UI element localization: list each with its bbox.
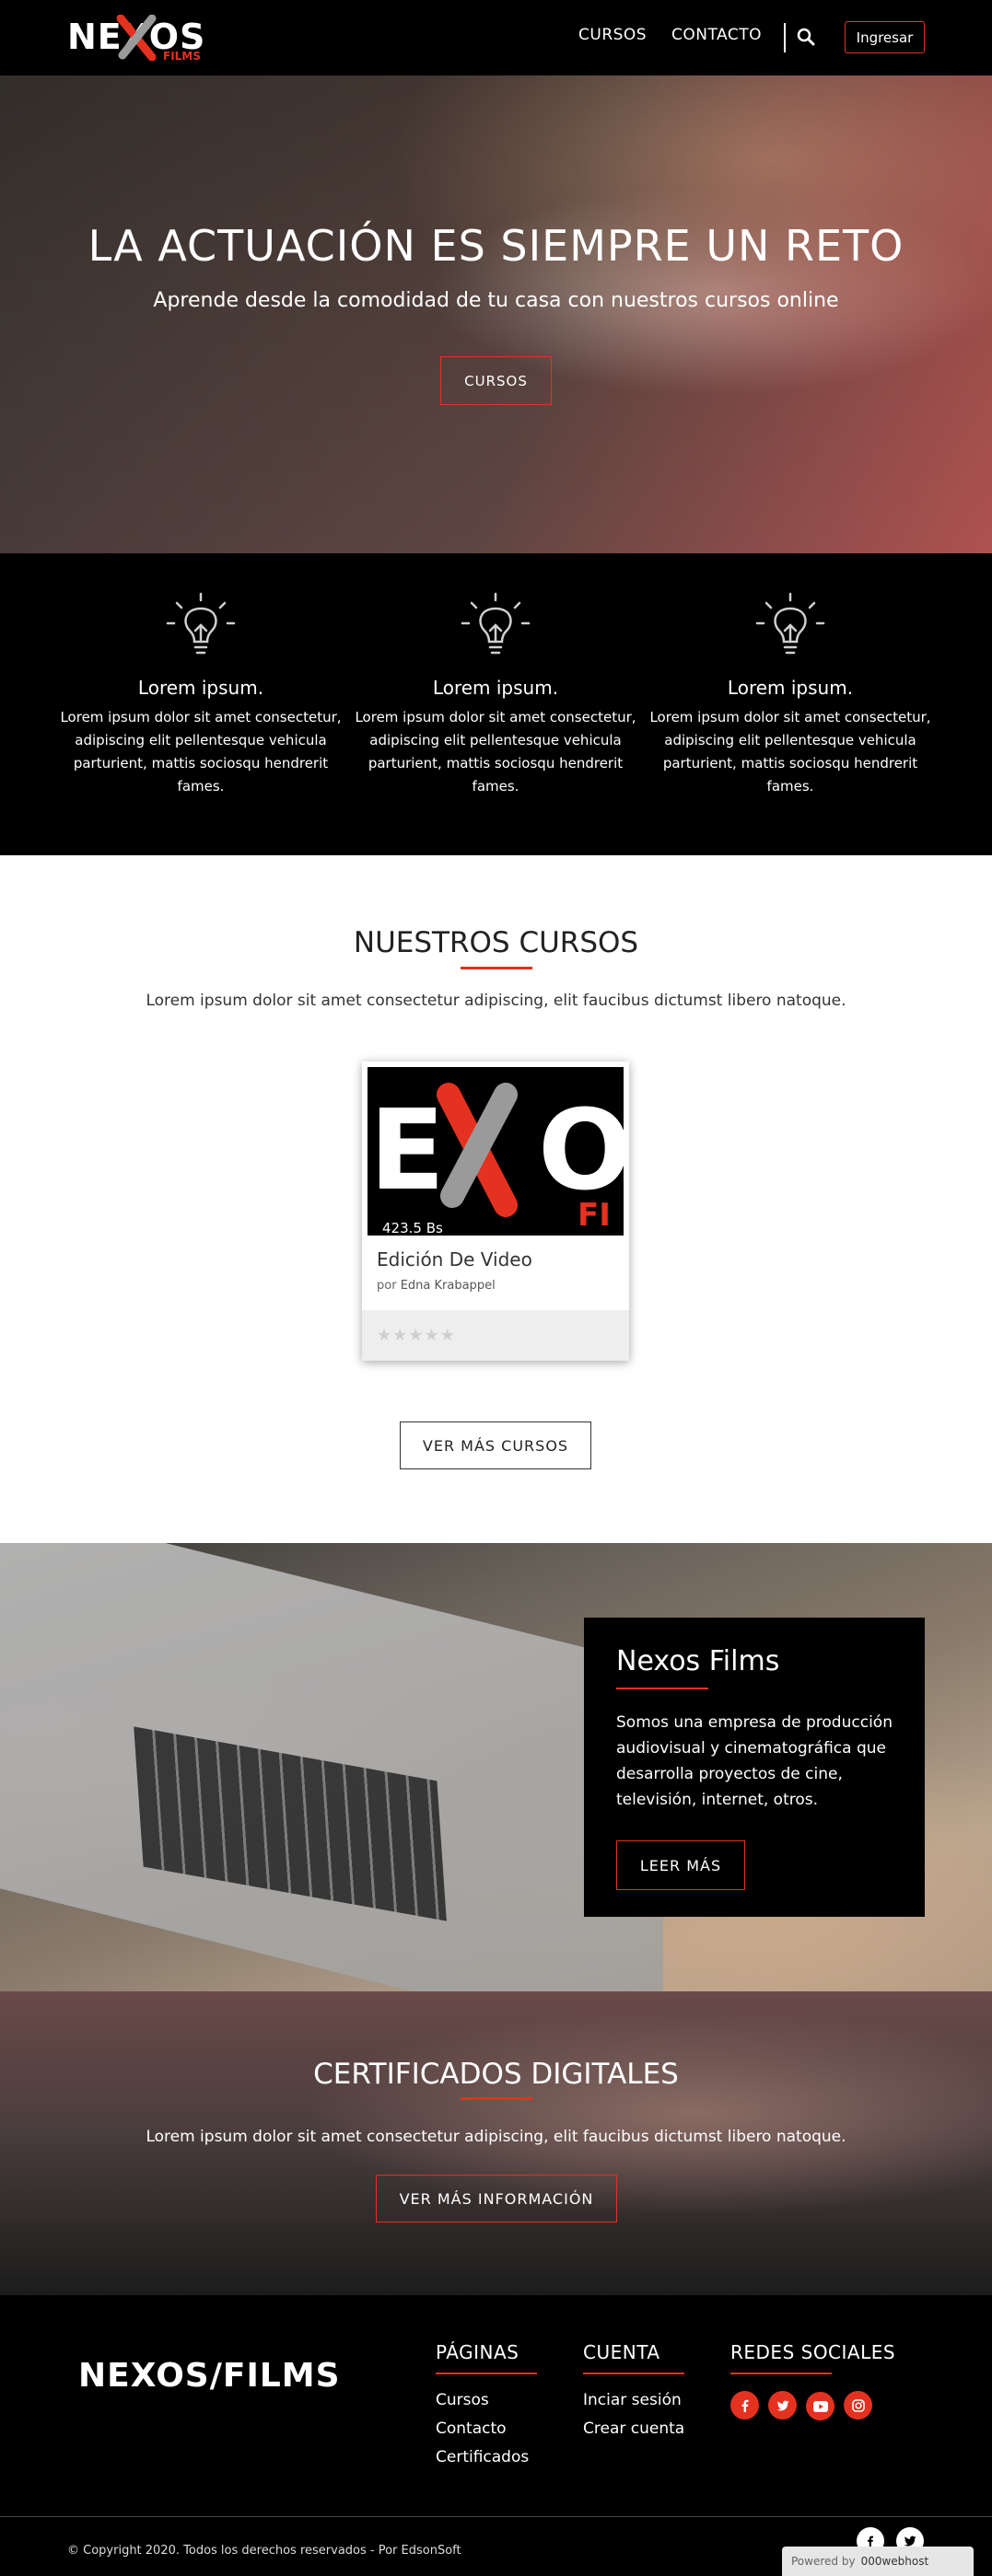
- powered-by-label: Powered by: [791, 2555, 856, 2568]
- certificates-title: CERTIFICADOS DIGITALES: [313, 2058, 679, 2091]
- powered-by-badge[interactable]: Powered by 000webhost: [782, 2547, 974, 2576]
- about-title: Nexos Films: [616, 1645, 780, 1677]
- title-underline: [461, 2097, 532, 2100]
- svg-text:FI: FI: [578, 1197, 611, 1234]
- footer-logo[interactable]: NEXOS/FILMS: [78, 2357, 341, 2395]
- feature-title: Lorem ipsum.: [137, 677, 264, 699]
- footer-underline: [436, 2373, 537, 2374]
- author-prefix: por: [377, 1279, 397, 1293]
- author-name: Edna Krabappel: [400, 1279, 496, 1293]
- about-box: Nexos Films Somos una empresa de producc…: [584, 1618, 925, 1917]
- nexos-films-logo[interactable]: NEXOS FILMS: [67, 13, 215, 64]
- title-underline: [461, 967, 532, 969]
- instagram-icon[interactable]: [844, 2391, 872, 2419]
- about-underline: [616, 1688, 708, 1689]
- feature-title: Lorem ipsum.: [727, 677, 854, 699]
- footer-social-title: REDES SOCIALES: [730, 2341, 896, 2363]
- feature-text: Lorem ipsum dolor sit amet consectetur, …: [649, 709, 931, 795]
- footer-link-certificados[interactable]: Certificados: [436, 2448, 537, 2466]
- hero-title: LA ACTUACIÓN ES SIEMPRE UN RETO: [88, 221, 904, 271]
- hero-overlay: [0, 75, 992, 553]
- logo-x-icon: [116, 15, 157, 61]
- star-icon: ★: [408, 1326, 425, 1345]
- nav-cursos[interactable]: CURSOS: [578, 26, 647, 44]
- course-logo-image: E O FI: [368, 1067, 624, 1236]
- hero-cursos-button[interactable]: CURSOS: [440, 356, 552, 405]
- youtube-icon[interactable]: [806, 2392, 834, 2420]
- footer-account-column: CUENTA Inciar sesión Crear cuenta: [583, 2341, 684, 2448]
- courses-title: NUESTROS CURSOS: [353, 926, 639, 959]
- feature-item: Lorem ipsum. Lorem ipsum dolor sit amet …: [643, 590, 938, 798]
- host-name: 000webhost: [860, 2555, 929, 2568]
- search-icon[interactable]: [797, 28, 815, 50]
- footer-link-login[interactable]: Inciar sesión: [583, 2391, 684, 2409]
- hero-subtitle: Aprende desde la comodidad de tu casa co…: [153, 289, 839, 312]
- star-icon: ★: [424, 1326, 440, 1345]
- footer-underline: [583, 2373, 684, 2374]
- nav-contacto[interactable]: CONTACTO: [671, 26, 762, 44]
- footer-account-title: CUENTA: [583, 2341, 660, 2363]
- footer-link-contacto[interactable]: Contacto: [436, 2419, 537, 2438]
- course-card[interactable]: E O FI 423.5 Bs Edición De Video por Edn…: [362, 1062, 629, 1361]
- nav-divider: [784, 23, 786, 52]
- login-button[interactable]: Ingresar: [845, 21, 925, 53]
- features-section: Lorem ipsum. Lorem ipsum dolor sit amet …: [0, 553, 992, 855]
- lightbulb-icon: [755, 592, 825, 655]
- footer-social-column: REDES SOCIALES: [730, 2341, 895, 2420]
- star-icon: ★: [392, 1326, 409, 1345]
- feature-item: Lorem ipsum. Lorem ipsum dolor sit amet …: [348, 590, 643, 798]
- feature-text: Lorem ipsum dolor sit amet consectetur, …: [60, 709, 342, 795]
- footer-underline: [730, 2373, 832, 2374]
- more-courses-button[interactable]: VER MÁS CURSOS: [400, 1421, 591, 1469]
- read-more-button[interactable]: LEER MÁS: [616, 1840, 745, 1890]
- facebook-icon[interactable]: [730, 2391, 759, 2419]
- footer-divider: [0, 2516, 992, 2517]
- course-thumbnail[interactable]: E O FI 423.5 Bs: [368, 1067, 624, 1236]
- twitter-icon[interactable]: [768, 2391, 797, 2419]
- courses-description: Lorem ipsum dolor sit amet consectetur a…: [146, 992, 846, 1010]
- certificates-section: CERTIFICADOS DIGITALES Lorem ipsum dolor…: [0, 1991, 992, 2295]
- hero-section: LA ACTUACIÓN ES SIEMPRE UN RETO Aprende …: [0, 75, 992, 553]
- footer-pages-title: PÁGINAS: [436, 2341, 519, 2363]
- course-price: 423.5 Bs: [373, 1214, 452, 1236]
- more-info-button[interactable]: VER MÁS INFORMACIÓN: [376, 2175, 617, 2222]
- svg-text:E: E: [369, 1087, 445, 1215]
- footer-link-cursos[interactable]: Cursos: [436, 2391, 537, 2409]
- star-icon: ★: [377, 1326, 393, 1345]
- site-header: NEXOS FILMS CURSOS CONTACTO Ingresar: [0, 0, 992, 75]
- about-text: Somos una empresa de producción audiovis…: [616, 1713, 893, 1809]
- course-title[interactable]: Edición De Video: [377, 1248, 532, 1271]
- footer-pages-column: PÁGINAS Cursos Contacto Certificados: [436, 2341, 537, 2477]
- feature-item: Lorem ipsum. Lorem ipsum dolor sit amet …: [53, 590, 348, 798]
- feature-title: Lorem ipsum.: [432, 677, 559, 699]
- site-footer: NEXOS/FILMS PÁGINAS Cursos Contacto Cert…: [0, 2295, 992, 2576]
- lightbulb-icon: [166, 592, 236, 655]
- footer-link-signup[interactable]: Crear cuenta: [583, 2419, 684, 2438]
- logo-subtext: FILMS: [163, 50, 201, 63]
- rating-stars: ★★★★★: [377, 1326, 456, 1345]
- copyright-text: © Copyright 2020. Todos los derechos res…: [67, 2544, 461, 2558]
- feature-text: Lorem ipsum dolor sit amet consectetur, …: [355, 709, 636, 795]
- certificates-description: Lorem ipsum dolor sit amet consectetur a…: [146, 2128, 846, 2146]
- lightbulb-icon: [461, 592, 531, 655]
- course-author: por Edna Krabappel: [377, 1279, 496, 1293]
- star-icon: ★: [439, 1326, 456, 1345]
